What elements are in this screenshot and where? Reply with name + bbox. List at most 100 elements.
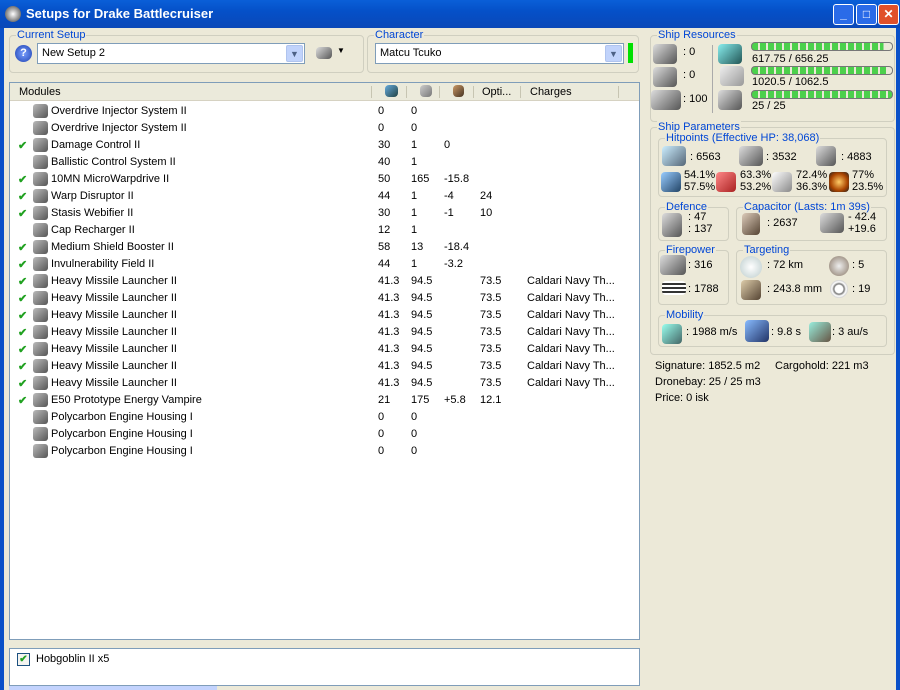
- module-cpu: 44: [378, 258, 391, 270]
- minimize-button[interactable]: _: [833, 4, 854, 25]
- module-row[interactable]: ✔ Stasis Webifier II 30 1 -1 10: [10, 205, 639, 222]
- module-charges: Caldari Navy Th...: [527, 343, 615, 355]
- module-cpu: 0: [378, 105, 385, 117]
- powergrid-value: 1020.5 / 1062.5: [752, 76, 829, 88]
- ship-menu-button[interactable]: ▼: [316, 46, 346, 60]
- module-row[interactable]: ✔ 10MN MicroWarpdrive II 50 165 -15.8: [10, 171, 639, 188]
- module-row[interactable]: ✔ Heavy Missile Launcher II 41.3 94.5 73.5 Ca…: [10, 324, 639, 341]
- module-name: Cap Recharger II: [51, 224, 135, 236]
- header-optimal[interactable]: Opti...: [482, 86, 511, 98]
- online-check-icon: ✔: [18, 174, 28, 186]
- powergrid-icon[interactable]: [420, 85, 432, 97]
- em-resist-icon: [661, 172, 681, 192]
- online-check-icon: ✔: [18, 276, 28, 288]
- maximize-button[interactable]: □: [856, 4, 877, 25]
- calibration-value: : 100: [683, 93, 708, 105]
- module-cpu: 12: [378, 224, 391, 236]
- title-bar: Setups for Drake Battlecruiser _ □ ✕: [0, 0, 900, 28]
- module-row[interactable]: Polycarbon Engine Housing I 0 0: [10, 443, 639, 460]
- module-name: Overdrive Injector System II: [51, 105, 187, 117]
- hitpoints-label: Hitpoints (Effective HP: 38,068): [665, 132, 821, 144]
- module-icon: [33, 325, 48, 339]
- module-row[interactable]: ✔ Heavy Missile Launcher II 41.3 94.5 73.5 Ca…: [10, 341, 639, 358]
- online-check-icon: ✔: [18, 395, 28, 407]
- online-check-icon: ✔: [18, 140, 28, 152]
- capacitor-icon: [742, 213, 760, 235]
- module-optimal: 10: [480, 207, 493, 219]
- module-icon: [33, 308, 48, 322]
- help-icon[interactable]: ?: [15, 45, 32, 62]
- module-name: 10MN MicroWarpdrive II: [51, 173, 170, 185]
- modules-list[interactable]: Modules Opti... Charges Overdrive Inject…: [9, 82, 640, 640]
- module-cpu: 44: [378, 190, 391, 202]
- module-row[interactable]: ✔ Invulnerability Field II 44 1 -3.2: [10, 256, 639, 273]
- module-cpu: 0: [378, 445, 385, 457]
- calibration-icon: [651, 90, 681, 110]
- module-powergrid: 94.5: [411, 343, 433, 355]
- module-row[interactable]: Overdrive Injector System II 0 0: [10, 103, 639, 120]
- module-row[interactable]: ✔ Heavy Missile Launcher II 41.3 94.5 73.5 Ca…: [10, 358, 639, 375]
- module-icon: [33, 444, 48, 458]
- module-row[interactable]: ✔ Warp Disruptor II 44 1 -4 24: [10, 188, 639, 205]
- module-row[interactable]: ✔ Heavy Missile Launcher II 41.3 94.5 73.5 Ca…: [10, 273, 639, 290]
- targeting-range: : 72 km: [767, 259, 804, 271]
- module-optimal: 12.1: [480, 394, 502, 406]
- turret-slots: : 0: [683, 46, 696, 58]
- ship-resources-label: Ship Resources: [657, 29, 737, 41]
- module-icon: [33, 223, 48, 237]
- horizontal-scrollbar[interactable]: [9, 686, 217, 690]
- character-status-indicator: [628, 43, 633, 63]
- module-row[interactable]: Polycarbon Engine Housing I 0 0: [10, 409, 639, 426]
- em-shield-resist: 54.1%: [684, 169, 716, 181]
- launcher-hardpoint-icon: [653, 67, 677, 87]
- sensor-strength: : 19: [852, 283, 871, 295]
- character-select[interactable]: Matcu Tcuko ▼: [375, 43, 624, 64]
- signature: Signature: 1852.5 m2: [655, 360, 761, 372]
- module-icon: [33, 240, 48, 254]
- module-row[interactable]: ✔ Heavy Missile Launcher II 41.3 94.5 73.5 Ca…: [10, 375, 639, 392]
- module-row[interactable]: ✔ Heavy Missile Launcher II 41.3 94.5 73.5 Ca…: [10, 307, 639, 324]
- structure-icon: [816, 146, 836, 166]
- chevron-down-icon[interactable]: ▼: [286, 45, 303, 62]
- header-modules[interactable]: Modules: [19, 86, 61, 98]
- module-row[interactable]: Cap Recharger II 12 1: [10, 222, 639, 239]
- turret-hardpoint-icon: [653, 44, 677, 64]
- module-optimal: 73.5: [480, 343, 502, 355]
- module-name: Overdrive Injector System II: [51, 122, 187, 134]
- module-cpu: 30: [378, 207, 391, 219]
- cpu-bar: [751, 42, 893, 51]
- header-charges[interactable]: Charges: [530, 86, 572, 98]
- module-icon: [33, 410, 48, 424]
- online-check-icon: ✔: [18, 191, 28, 203]
- module-powergrid: 165: [411, 173, 430, 185]
- module-cpu: 50: [378, 173, 391, 185]
- chevron-down-icon[interactable]: ▼: [605, 45, 622, 62]
- divider: [712, 45, 713, 113]
- explosive-shield-resist: 77%: [852, 169, 875, 181]
- module-row[interactable]: Overdrive Injector System II 0 0: [10, 120, 639, 137]
- module-capacitor: -4: [444, 190, 454, 202]
- module-name: Heavy Missile Launcher II: [51, 275, 177, 287]
- module-cpu: 41.3: [378, 343, 400, 355]
- module-row[interactable]: Polycarbon Engine Housing I 0 0: [10, 426, 639, 443]
- module-row[interactable]: ✔ Damage Control II 30 1 0: [10, 137, 639, 154]
- module-icon: [33, 257, 48, 271]
- module-name: Heavy Missile Launcher II: [51, 360, 177, 372]
- module-row[interactable]: ✔ Heavy Missile Launcher II 41.3 94.5 73.5 Ca…: [10, 290, 639, 307]
- module-row[interactable]: ✔ E50 Prototype Energy Vampire 21 175 +5.8 12…: [10, 392, 639, 409]
- module-icon: [33, 104, 48, 118]
- module-icon: [33, 376, 48, 390]
- drone-checkbox[interactable]: ✔: [17, 653, 30, 666]
- module-powergrid: 1: [411, 190, 418, 202]
- setup-select[interactable]: New Setup 2 ▼: [37, 43, 305, 64]
- module-name: Heavy Missile Launcher II: [51, 309, 177, 321]
- module-icon: [33, 206, 48, 220]
- missile-dps-icon: [662, 281, 686, 295]
- capacitor-icon[interactable]: [453, 85, 464, 97]
- close-button[interactable]: ✕: [878, 4, 899, 25]
- module-row[interactable]: Ballistic Control System II 40 1: [10, 154, 639, 171]
- cpu-icon[interactable]: [385, 85, 398, 97]
- module-icon: [33, 121, 48, 135]
- drones-list[interactable]: ✔ Hobgoblin II x5: [9, 648, 640, 686]
- module-row[interactable]: ✔ Medium Shield Booster II 58 13 -18.4: [10, 239, 639, 256]
